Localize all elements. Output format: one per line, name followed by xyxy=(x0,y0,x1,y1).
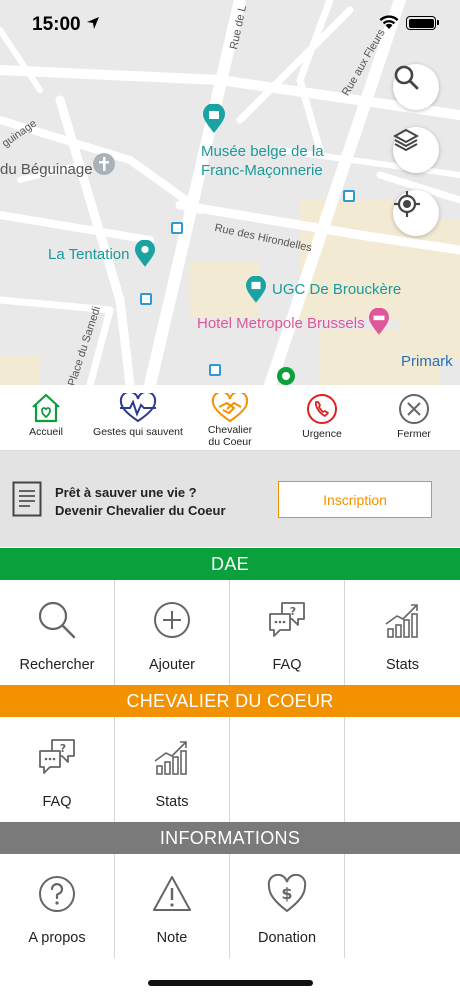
nav-fermer[interactable]: Fermer xyxy=(368,385,460,450)
wifi-icon xyxy=(379,15,399,29)
nav-label-fermer: Fermer xyxy=(397,428,431,440)
inscription-button[interactable]: Inscription xyxy=(278,481,432,518)
map-label-metropole: Hotel Metropole Brussels xyxy=(197,315,365,332)
museum-marker-icon[interactable] xyxy=(203,104,225,134)
dae-stats[interactable]: Stats xyxy=(345,580,460,685)
info-donation[interactable]: $ Donation xyxy=(230,854,345,958)
question-circle-icon xyxy=(39,876,75,912)
cinema-marker-icon[interactable] xyxy=(246,276,266,304)
nav-urgence[interactable]: Urgence xyxy=(276,385,368,450)
dae-grid: Rechercher Ajouter ? FAQ Stats xyxy=(0,580,460,685)
hotel-marker-icon[interactable] xyxy=(369,308,389,336)
svg-text:$: $ xyxy=(281,884,292,903)
map-view[interactable]: Musée belge de la Franc-Maçonnerie du Bé… xyxy=(0,0,460,385)
informations-grid: A propos Note $ Donation xyxy=(0,854,460,958)
battery-icon xyxy=(406,16,439,30)
chevalier-stats-label: Stats xyxy=(155,794,189,810)
nav-label-urgence: Urgence xyxy=(302,428,342,440)
empty-cell xyxy=(230,717,345,822)
church-marker-icon[interactable] xyxy=(92,152,116,178)
dae-rechercher-label: Rechercher xyxy=(19,657,95,673)
phone-icon xyxy=(307,394,337,424)
nav-label-gestes: Gestes qui sauvent xyxy=(93,426,183,438)
close-icon xyxy=(399,394,429,424)
bus-stop-icon xyxy=(343,190,355,202)
nav-gestes[interactable]: Gestes qui sauvent xyxy=(92,385,184,450)
info-a-propos[interactable]: A propos xyxy=(0,854,115,958)
nav-label-chevalier: Chevalier du Coeur xyxy=(207,424,253,448)
bus-stop-icon xyxy=(171,222,183,234)
bus-stop-icon xyxy=(209,364,221,376)
warning-icon xyxy=(153,876,191,911)
chevalier-stats[interactable]: Stats xyxy=(115,717,230,822)
map-locate-button[interactable] xyxy=(393,190,439,236)
section-header-dae: DAE xyxy=(0,548,460,580)
section-header-informations: INFORMATIONS xyxy=(0,822,460,854)
stats-icon xyxy=(385,604,418,638)
promo-line-1: Prêt à sauver une vie ? xyxy=(55,485,197,500)
dae-ajouter[interactable]: Ajouter xyxy=(115,580,230,685)
nav-label-accueil: Accueil xyxy=(29,426,63,438)
dae-rechercher[interactable]: Rechercher xyxy=(0,580,115,685)
map-label-musee-2: Franc-Maçonnerie xyxy=(201,162,323,179)
home-heart-icon xyxy=(32,393,60,423)
map-label-beguinage: du Béguinage xyxy=(0,161,93,178)
promo-banner: Prêt à sauver une vie ? Devenir Chevalie… xyxy=(0,451,460,547)
search-icon xyxy=(394,65,419,90)
empty-cell xyxy=(345,717,460,822)
status-bar: 15:00 xyxy=(0,0,460,50)
info-note-label: Note xyxy=(156,930,188,946)
handshake-heart-icon xyxy=(211,393,249,423)
heart-dollar-icon: $ xyxy=(267,874,307,913)
nav-accueil[interactable]: Accueil xyxy=(0,385,92,450)
section-header-chevalier: CHEVALIER DU COEUR xyxy=(0,685,460,717)
shop-marker-icon[interactable] xyxy=(135,240,155,268)
plus-circle-icon xyxy=(154,602,190,638)
locate-icon xyxy=(394,191,420,217)
info-note[interactable]: Note xyxy=(115,854,230,958)
document-icon xyxy=(12,481,42,517)
map-label-musee: Musée belge de la xyxy=(201,143,324,160)
home-indicator[interactable] xyxy=(148,980,313,986)
map-search-button[interactable] xyxy=(393,64,439,110)
layers-icon xyxy=(393,128,419,152)
location-arrow-icon xyxy=(87,17,99,29)
heartbeat-icon xyxy=(119,393,157,423)
search-icon xyxy=(38,601,76,639)
map-label-tentation: La Tentation xyxy=(48,246,130,263)
map-label-primark: Primark xyxy=(401,353,453,370)
bus-stop-icon xyxy=(140,293,152,305)
faq-icon: ? xyxy=(39,739,75,774)
dae-faq-label: FAQ xyxy=(272,657,302,673)
promo-line-2: Devenir Chevalier du Coeur xyxy=(55,503,226,518)
chevalier-faq-label: FAQ xyxy=(42,794,72,810)
map-label-ugc: UGC De Brouckère xyxy=(272,281,402,298)
chevalier-faq[interactable]: ? FAQ xyxy=(0,717,115,822)
dae-stats-label: Stats xyxy=(385,657,420,673)
info-a-propos-label: A propos xyxy=(28,930,86,946)
empty-cell xyxy=(345,854,460,958)
promo-text: Prêt à sauver une vie ? Devenir Chevalie… xyxy=(55,484,226,520)
stats-icon xyxy=(154,741,187,775)
chevalier-grid: ? FAQ Stats xyxy=(0,717,460,822)
bottom-nav: Accueil Gestes qui sauvent Chevalier du … xyxy=(0,385,460,451)
status-time: 15:00 xyxy=(32,14,81,35)
dae-ajouter-label: Ajouter xyxy=(149,657,195,673)
dae-faq[interactable]: ? FAQ xyxy=(230,580,345,685)
faq-icon: ? xyxy=(269,602,305,637)
info-donation-label: Donation xyxy=(257,930,317,946)
map-layers-button[interactable] xyxy=(393,127,439,173)
nav-chevalier[interactable]: Chevalier du Coeur xyxy=(184,385,276,450)
